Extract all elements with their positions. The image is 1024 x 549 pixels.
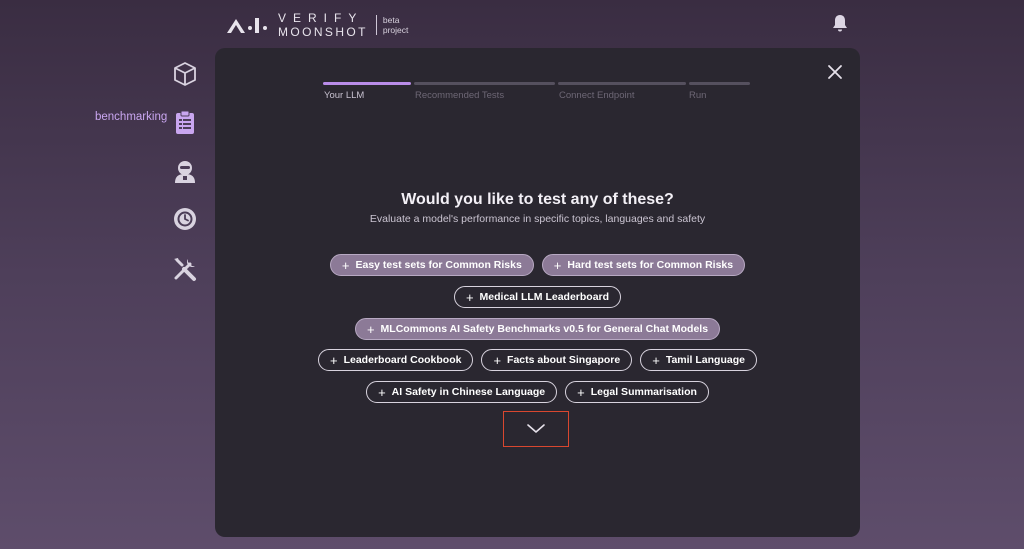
option-label: AI Safety in Chinese Language <box>391 386 546 398</box>
cube-icon[interactable] <box>172 61 198 87</box>
beta-badge: beta project <box>375 15 409 35</box>
option-legal-summarisation[interactable]: + Legal Summarisation <box>565 381 709 403</box>
option-tamil-language[interactable]: + Tamil Language <box>640 349 757 371</box>
logo-moonshot-text: MOONSHOT <box>278 25 368 39</box>
step-label-run: Run <box>689 90 707 101</box>
logo-verify-text: VERIFY <box>278 11 364 25</box>
step-progress-bar-2 <box>414 82 555 85</box>
plus-icon: + <box>341 257 350 273</box>
options-row-1: + Easy test sets for Common Risks + Hard… <box>215 254 860 276</box>
show-more-button[interactable] <box>503 411 569 447</box>
step-label-recommended-tests: Recommended Tests <box>415 90 505 101</box>
option-label: Facts about Singapore <box>507 354 621 366</box>
option-leaderboard-cookbook[interactable]: + Leaderboard Cookbook <box>318 349 474 371</box>
option-ai-safety-chinese[interactable]: + AI Safety in Chinese Language <box>366 381 558 403</box>
options-row-5: + AI Safety in Chinese Language + Legal … <box>215 381 860 403</box>
option-label: Medical LLM Leaderboard <box>479 291 610 303</box>
step-label-your-llm: Your LLM <box>324 90 365 101</box>
dialog-subtitle: Evaluate a model's performance in specif… <box>369 213 706 225</box>
option-mlcommons-ai-safety[interactable]: + MLCommons AI Safety Benchmarks v0.5 fo… <box>354 318 721 340</box>
option-label: Tamil Language <box>665 354 745 366</box>
beta-text: beta <box>382 15 400 25</box>
aiverify-logo-icon <box>227 18 267 33</box>
option-label: MLCommons AI Safety Benchmarks v0.5 for … <box>380 323 709 335</box>
option-hard-common-risks[interactable]: + Hard test sets for Common Risks <box>541 254 746 276</box>
dialog-title: Would you like to test any of these? <box>401 191 674 208</box>
sidebar-label-benchmarking[interactable]: benchmarking <box>95 111 167 123</box>
option-label: Leaderboard Cookbook <box>343 354 462 366</box>
plus-icon: + <box>366 321 375 337</box>
plus-icon: + <box>652 352 660 368</box>
option-easy-common-risks[interactable]: + Easy test sets for Common Risks <box>329 254 534 276</box>
options-row-2: + Medical LLM Leaderboard <box>215 286 860 308</box>
app-logo: VERIFY MOONSHOT beta project <box>226 12 408 38</box>
option-medical-llm-leaderboard[interactable]: + Medical LLM Leaderboard <box>453 286 622 308</box>
plus-icon: + <box>465 289 474 305</box>
option-label: Hard test sets for Common Risks <box>567 259 734 271</box>
options-row-3: + MLCommons AI Safety Benchmarks v0.5 fo… <box>215 318 860 340</box>
plus-icon: + <box>378 384 386 400</box>
step-progress-bar-1 <box>323 82 411 85</box>
red-team-icon[interactable] <box>172 158 198 184</box>
tools-icon[interactable] <box>172 256 198 282</box>
option-label: Legal Summarisation <box>590 386 697 398</box>
project-text: project <box>382 25 409 35</box>
close-icon[interactable] <box>827 64 843 80</box>
step-progress-bar-4 <box>689 82 750 85</box>
plus-icon: + <box>493 352 502 368</box>
option-facts-about-singapore[interactable]: + Facts about Singapore <box>481 349 633 371</box>
history-icon[interactable] <box>172 206 198 232</box>
plus-icon: + <box>330 352 338 368</box>
option-label: Easy test sets for Common Risks <box>355 259 522 271</box>
clipboard-icon[interactable] <box>172 109 198 135</box>
step-progress-bar-3 <box>558 82 686 85</box>
step-label-connect-endpoint: Connect Endpoint <box>559 90 635 101</box>
plus-icon: + <box>553 257 562 273</box>
notification-bell-icon[interactable] <box>830 13 850 33</box>
plus-icon: + <box>577 384 585 400</box>
chevron-down-icon <box>527 424 545 433</box>
options-row-4: + Leaderboard Cookbook + Facts about Sin… <box>215 349 860 371</box>
